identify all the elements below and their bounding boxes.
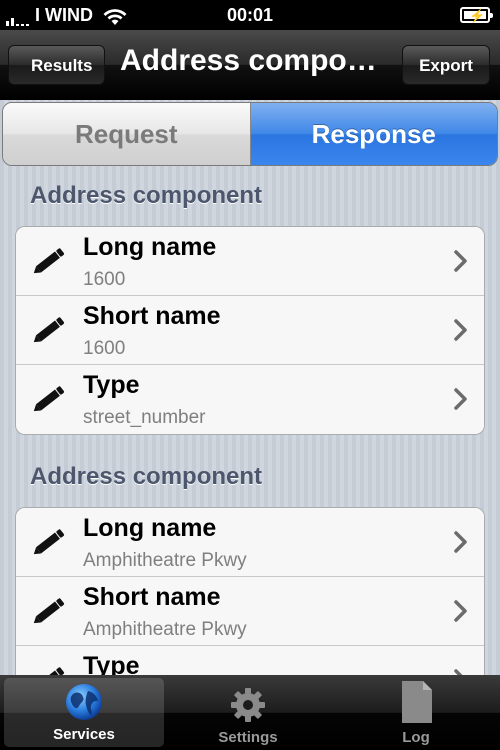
chevron-right-icon: [454, 319, 467, 341]
pencil-icon: [33, 248, 65, 274]
row-label: Type: [83, 652, 140, 675]
back-button-label: Results: [31, 56, 93, 75]
page-title: Address compo…: [120, 44, 377, 77]
section-header: Address component: [30, 182, 263, 209]
pencil-icon: [36, 667, 65, 675]
status-time: 00:01: [226, 5, 274, 25]
list-item-short-name[interactable]: Short name Amphitheatre Pkwy: [16, 577, 484, 646]
status-bar: I WIND 00:01 ⚡: [0, 0, 500, 30]
list-item-long-name[interactable]: Long name Amphitheatre Pkwy: [16, 508, 484, 577]
tab-services[interactable]: Services: [4, 678, 164, 747]
battery-icon: ⚡: [460, 7, 493, 23]
segment-response[interactable]: Response: [250, 103, 497, 165]
gear-icon: [231, 688, 265, 722]
row-value: Amphitheatre Pkwy: [83, 619, 247, 640]
document-icon: [402, 681, 432, 723]
list-item-long-name[interactable]: Long name 1600: [16, 227, 484, 296]
row-label: Long name: [83, 233, 217, 261]
pencil-icon: [33, 529, 65, 555]
pencil-icon: [33, 317, 65, 343]
export-button[interactable]: Export: [402, 45, 490, 85]
tab-log[interactable]: Log: [332, 675, 500, 750]
tab-bar: Services Settings Log: [0, 675, 500, 750]
row-value: 1600: [83, 269, 126, 290]
chevron-right-icon: [454, 388, 467, 410]
pencil-icon: [33, 386, 65, 412]
row-label: Short name: [83, 302, 221, 330]
chevron-right-icon: [454, 669, 463, 675]
row-value: Amphitheatre Pkwy: [83, 550, 247, 571]
segment-request[interactable]: Request: [3, 103, 251, 165]
back-button[interactable]: Results: [8, 45, 106, 85]
tab-settings[interactable]: Settings: [164, 675, 332, 750]
navigation-bar: Results Address compo… Export: [0, 30, 500, 100]
row-value: street_number: [83, 407, 206, 428]
list-item-short-name[interactable]: Short name 1600: [16, 296, 484, 365]
list-item-type[interactable]: Type street_number: [16, 365, 484, 434]
section-header: Address component: [30, 463, 263, 490]
chevron-right-icon: [454, 531, 467, 553]
chevron-right-icon: [454, 600, 467, 622]
request-response-segmented-control: Request Response: [2, 102, 498, 166]
address-component-group: Long name 1600 Short name 1600 Type stre…: [15, 226, 485, 435]
tab-label: Log: [402, 729, 430, 746]
tab-label: Services: [53, 726, 115, 743]
address-component-group: Long name Amphitheatre Pkwy Short name A…: [15, 507, 485, 675]
tab-label: Settings: [218, 729, 278, 746]
row-value: 1600: [83, 338, 126, 359]
content-area[interactable]: Request Response Address component Long …: [0, 100, 500, 675]
row-label: Long name: [83, 514, 217, 542]
list-item-type[interactable]: Type: [16, 646, 484, 675]
row-label: Type: [83, 371, 140, 399]
pencil-icon: [33, 598, 65, 624]
chevron-right-icon: [454, 250, 467, 272]
globe-icon: [66, 684, 102, 720]
row-label: Short name: [83, 583, 221, 611]
